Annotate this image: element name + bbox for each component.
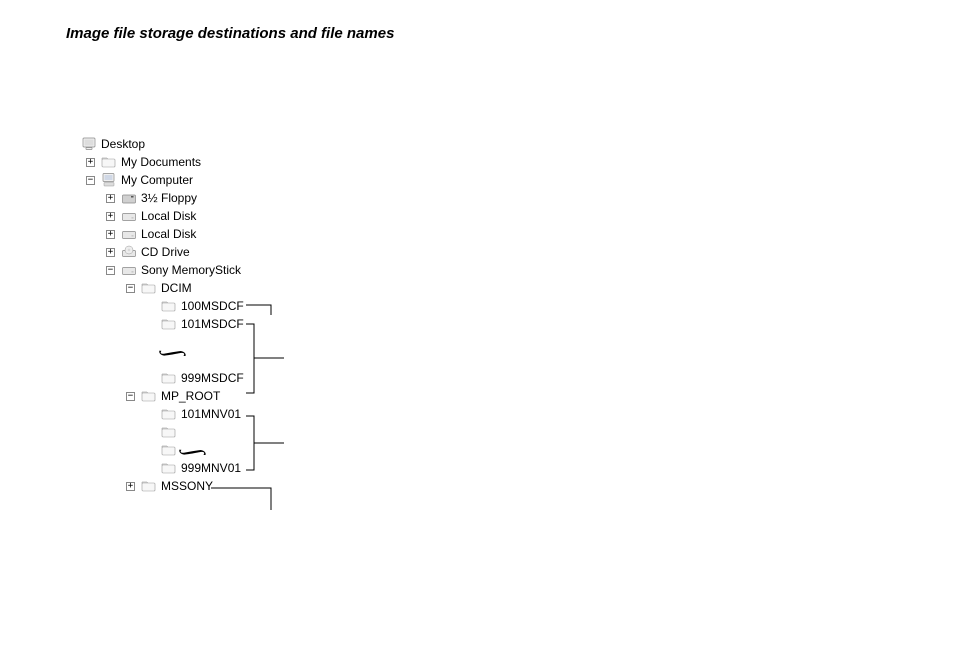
tree-row-mssony[interactable]: + MSSONY bbox=[66, 477, 244, 495]
expand-toggle[interactable]: + bbox=[106, 248, 115, 257]
tree-label: 101MNV01 bbox=[181, 405, 241, 423]
tree-row-mydocs[interactable]: + My Documents bbox=[66, 153, 244, 171]
folder-icon bbox=[161, 406, 177, 422]
tree-label: 100MSDCF bbox=[181, 297, 244, 315]
tree-label: CD Drive bbox=[141, 243, 190, 261]
tree-label: DCIM bbox=[161, 279, 192, 297]
tree-label: MSSONY bbox=[161, 477, 213, 495]
tree-label: MP_ROOT bbox=[161, 387, 220, 405]
folder-tree: Desktop + My Documents − My Computer + 3… bbox=[66, 135, 244, 495]
expand-toggle[interactable]: + bbox=[86, 158, 95, 167]
tree-row-local1[interactable]: + Local Disk bbox=[66, 207, 244, 225]
tree-label: 999MSDCF bbox=[181, 369, 244, 387]
tree-row-mycomp[interactable]: − My Computer bbox=[66, 171, 244, 189]
tree-label: 3½ Floppy bbox=[141, 189, 197, 207]
tree-label: My Computer bbox=[121, 171, 193, 189]
folder-icon bbox=[141, 280, 157, 296]
desktop-icon bbox=[81, 136, 97, 152]
page-title: Image file storage destinations and file… bbox=[66, 25, 394, 42]
expand-toggle[interactable]: + bbox=[106, 194, 115, 203]
tree-label: My Documents bbox=[121, 153, 201, 171]
folder-icon bbox=[141, 388, 157, 404]
expand-toggle[interactable]: + bbox=[106, 212, 115, 221]
computer-icon bbox=[101, 172, 117, 188]
tree-row-101msdcf[interactable]: 101MSDCF bbox=[66, 315, 244, 333]
collapse-toggle[interactable]: − bbox=[106, 266, 115, 275]
tree-row-desktop[interactable]: Desktop bbox=[66, 135, 244, 153]
expand-toggle[interactable]: + bbox=[126, 482, 135, 491]
collapse-toggle[interactable]: − bbox=[126, 284, 135, 293]
folder-icon bbox=[161, 298, 177, 314]
folder-icon bbox=[161, 370, 177, 386]
tree-label: Local Disk bbox=[141, 207, 196, 225]
tree-row-dcim[interactable]: − DCIM bbox=[66, 279, 244, 297]
tree-row-sony[interactable]: − Sony MemoryStick bbox=[66, 261, 244, 279]
tree-row-999msdcf[interactable]: 999MSDCF bbox=[66, 369, 244, 387]
cd-icon bbox=[121, 244, 137, 260]
collapse-toggle[interactable]: − bbox=[126, 392, 135, 401]
folder-icon bbox=[101, 154, 117, 170]
tree-label: 101MSDCF bbox=[181, 315, 244, 333]
tree-label: Sony MemoryStick bbox=[141, 261, 241, 279]
tree-label: 999MNV01 bbox=[181, 459, 241, 477]
tree-row-mproot[interactable]: − MP_ROOT bbox=[66, 387, 244, 405]
folder-icon bbox=[161, 460, 177, 476]
tree-label: Local Disk bbox=[141, 225, 196, 243]
tree-row-101mnv01[interactable]: 101MNV01 bbox=[66, 405, 244, 423]
drive-icon bbox=[121, 262, 137, 278]
floppy-icon bbox=[121, 190, 137, 206]
folder-icon bbox=[161, 424, 177, 440]
folder-icon bbox=[161, 316, 177, 332]
tree-row-floppy[interactable]: + 3½ Floppy bbox=[66, 189, 244, 207]
drive-icon bbox=[121, 208, 137, 224]
tree-ellipsis: ∫ bbox=[66, 441, 244, 459]
tree-row-999mnv01[interactable]: 999MNV01 bbox=[66, 459, 244, 477]
tree-row-blank[interactable] bbox=[66, 423, 244, 441]
tree-ellipsis: ∫ bbox=[66, 333, 244, 369]
tree-row-cd[interactable]: + CD Drive bbox=[66, 243, 244, 261]
tree-row-local2[interactable]: + Local Disk bbox=[66, 225, 244, 243]
expand-toggle[interactable]: + bbox=[106, 230, 115, 239]
collapse-toggle[interactable]: − bbox=[86, 176, 95, 185]
drive-icon bbox=[121, 226, 137, 242]
folder-icon bbox=[161, 442, 177, 458]
folder-icon bbox=[141, 478, 157, 494]
tree-row-100msdcf[interactable]: 100MSDCF bbox=[66, 297, 244, 315]
tree-label: Desktop bbox=[101, 135, 145, 153]
